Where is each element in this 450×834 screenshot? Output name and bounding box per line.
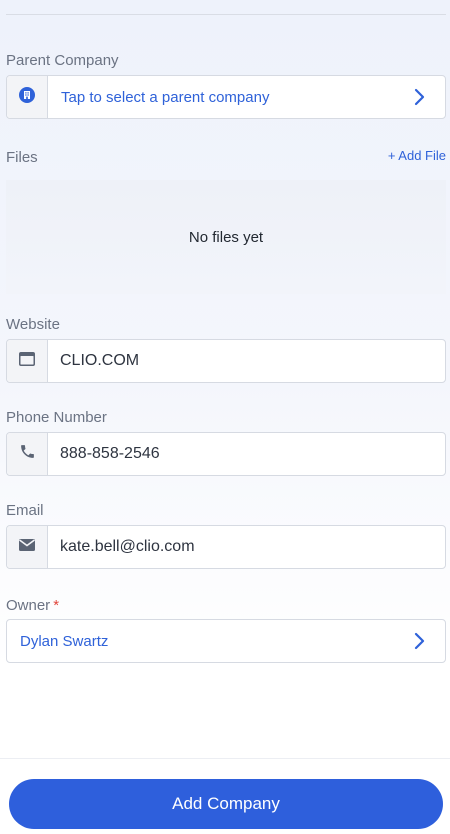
chevron-right-icon [405,620,433,662]
website-icon-box [7,340,48,382]
owner-selector[interactable]: Dylan Swartz [6,619,446,663]
phone-icon-box [7,433,48,475]
phone-value: 888-858-2546 [60,445,160,462]
website-value: CLIO.COM [60,352,140,369]
required-asterisk: * [53,597,60,614]
files-label: Files [6,149,38,166]
envelope-icon [18,538,36,557]
email-value: kate.bell@clio.com [60,538,195,555]
email-icon-box [7,526,48,568]
phone-field[interactable]: 888-858-2546 [6,432,446,476]
building-icon [19,86,35,108]
chevron-right-icon [405,76,433,118]
owner-label: Owner * [6,597,59,614]
files-empty-state: No files yet [6,180,446,294]
parent-company-placeholder: Tap to select a parent company [61,88,270,106]
add-company-button[interactable]: Add Company [9,779,443,829]
phone-label: Phone Number [6,409,107,426]
website-field[interactable]: CLIO.COM [6,339,446,383]
parent-company-label: Parent Company [6,52,119,69]
add-company-label: Add Company [172,794,280,813]
phone-icon [19,443,36,465]
files-empty-text: No files yet [188,228,264,246]
email-field[interactable]: kate.bell@clio.com [6,525,446,569]
building-icon-box [7,76,48,118]
browser-window-icon [18,351,36,372]
parent-company-selector[interactable]: Tap to select a parent company [6,75,446,119]
add-file-button[interactable]: + Add File [388,148,446,163]
email-label: Email [6,502,44,519]
owner-label-text: Owner [6,597,51,614]
section-divider [6,14,446,15]
owner-value: Dylan Swartz [20,632,109,650]
website-label: Website [6,316,60,333]
